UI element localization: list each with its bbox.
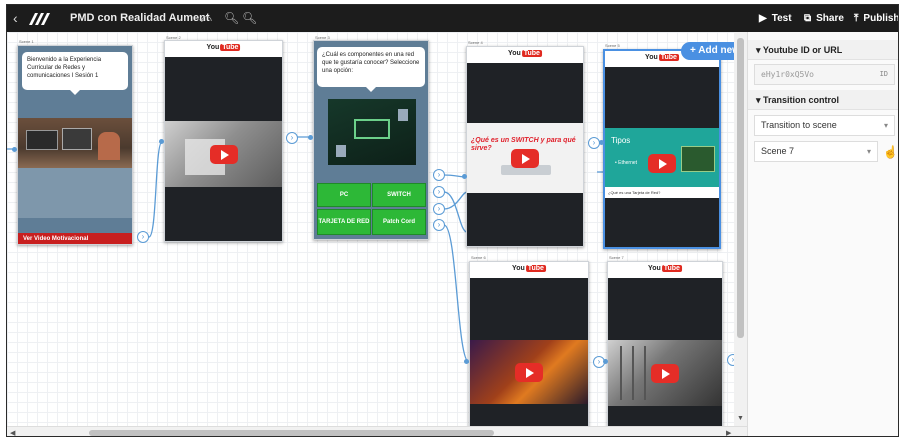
vertical-scrollbar[interactable]: ▼ bbox=[734, 32, 747, 426]
scene-4-video-thumbnail[interactable]: ¿Qué es un SWITCH y para qué sirve? bbox=[467, 123, 583, 193]
option-network-card-button[interactable]: TARJETA DE RED bbox=[317, 209, 371, 235]
vertical-scroll-thumb[interactable] bbox=[737, 38, 744, 338]
youtube-section-header[interactable]: ▾ Youtube ID or URL bbox=[748, 40, 898, 60]
scene-3-question-bubble: ¿Cuál es componentes en una red que te g… bbox=[317, 47, 425, 92]
scene-4-input-port-icon bbox=[462, 174, 467, 179]
scene-6-youtube-header: You Tube bbox=[470, 262, 588, 278]
horizontal-scrollbar[interactable]: ◀ ▶ bbox=[7, 426, 747, 436]
scene-1-card[interactable]: Bienvenido a la Experiencia Curricular d… bbox=[17, 45, 133, 245]
option-pc-button[interactable]: PC bbox=[317, 183, 371, 207]
scene-2-output-port-icon[interactable]: › bbox=[286, 132, 298, 144]
scene-3-switch-port-icon[interactable]: › bbox=[433, 186, 445, 198]
scene-7-youtube-header: You Tube bbox=[608, 262, 722, 278]
publish-icon: ⤒ bbox=[854, 13, 859, 24]
publish-button[interactable]: ⤒ Publish bbox=[848, 10, 899, 27]
transition-section-title: Transition control bbox=[763, 95, 840, 105]
youtube-id-value: eHy1r0xQ5Vo bbox=[761, 70, 814, 79]
option-patch-cord-button[interactable]: Patch Cord bbox=[372, 209, 426, 235]
scene-5-thumbnail-item: • Ethernet bbox=[615, 160, 638, 166]
scene-5-input-port-icon bbox=[599, 140, 604, 145]
scene-2-card[interactable]: You Tube bbox=[164, 40, 283, 242]
chevron-down-icon: ▾ bbox=[883, 121, 888, 130]
play-icon[interactable] bbox=[648, 154, 676, 173]
pick-scene-hand-icon[interactable]: ☝ bbox=[883, 144, 898, 160]
project-title[interactable]: PMD con Realidad Aument bbox=[70, 12, 210, 24]
scene-6-card[interactable]: You Tube bbox=[469, 261, 589, 426]
chevron-down-icon: ▾ bbox=[866, 147, 871, 156]
scroll-right-arrow-icon[interactable]: ▶ bbox=[726, 429, 731, 436]
properties-panel: ▾ Youtube ID or URL eHy1r0xQ5Vo ID ▾ Tra… bbox=[747, 32, 898, 436]
scene-7-label: Scene 7 bbox=[609, 255, 624, 260]
undo-icon[interactable]: ⤺ bbox=[199, 11, 212, 26]
top-bar: ‹ PMD con Realidad Aument ⤺ 🔍︎ 🔍︎ ▶ Test … bbox=[7, 5, 899, 32]
scene-3-pc-port-icon[interactable]: › bbox=[433, 169, 445, 181]
scene-6-label: Scene 6 bbox=[471, 255, 486, 260]
youtube-section-title: Youtube ID or URL bbox=[762, 45, 843, 55]
target-scene-select[interactable]: Scene 7 ▾ bbox=[754, 141, 878, 162]
scene-1-label: Scene 1 bbox=[19, 39, 34, 44]
transition-type-select[interactable]: Transition to scene ▾ bbox=[754, 115, 895, 136]
back-arrow-icon[interactable]: ‹ bbox=[13, 11, 25, 25]
play-icon[interactable] bbox=[511, 149, 539, 168]
scene-1-welcome-bubble: Bienvenido a la Experiencia Curricular d… bbox=[22, 52, 128, 95]
scroll-down-arrow-icon[interactable]: ▼ bbox=[737, 415, 744, 422]
scene-7-card[interactable]: You Tube bbox=[607, 261, 723, 426]
scene-2-video-thumbnail[interactable] bbox=[165, 121, 282, 187]
scene-2-youtube-header: You Tube bbox=[165, 41, 282, 57]
scene-7-video-thumbnail[interactable] bbox=[608, 340, 722, 406]
scene-1-output-port-icon[interactable]: › bbox=[137, 231, 149, 243]
youtube-logo-icon: You Tube bbox=[512, 265, 546, 272]
scene-5-label: Scene 5 bbox=[605, 43, 620, 48]
play-icon[interactable] bbox=[651, 364, 679, 383]
youtube-logo-icon: You Tube bbox=[508, 50, 542, 57]
youtube-logo-icon: You Tube bbox=[648, 265, 682, 272]
test-label: Test bbox=[771, 13, 792, 24]
scene-canvas[interactable]: Scene 1 Bienvenido a la Experiencia Curr… bbox=[7, 32, 747, 426]
scene-3-patch-cord-port-icon[interactable]: › bbox=[433, 219, 445, 231]
transition-section-header[interactable]: ▾ Transition control bbox=[748, 90, 898, 110]
scene-6-video-thumbnail[interactable] bbox=[470, 340, 588, 404]
transition-type-value: Transition to scene bbox=[761, 120, 837, 130]
app-logo-icon bbox=[29, 13, 50, 25]
scene-1-input-port-icon bbox=[12, 147, 17, 152]
scene-7-input-port-icon bbox=[603, 359, 608, 364]
publish-label: Publish bbox=[863, 13, 899, 24]
scroll-left-arrow-icon[interactable]: ◀ bbox=[10, 429, 15, 436]
scene-6-input-port-icon bbox=[464, 359, 469, 364]
scene-4-youtube-header: You Tube bbox=[467, 47, 583, 63]
youtube-logo-icon: You Tube bbox=[206, 44, 241, 51]
scene-4-card[interactable]: You Tube ¿Qué es un SWITCH y para qué sir… bbox=[466, 46, 584, 247]
scene-3-network-card-port-icon[interactable]: › bbox=[433, 203, 445, 215]
youtube-id-field[interactable]: eHy1r0xQ5Vo ID bbox=[754, 64, 895, 85]
scene-3-card[interactable]: ¿Cuál es componentes en una red que te g… bbox=[313, 40, 429, 240]
caret-down-icon: ▾ bbox=[756, 45, 763, 55]
youtube-logo-icon: You Tube bbox=[645, 54, 679, 61]
watch-motivational-video-button[interactable]: Ver Video Motivacional bbox=[18, 233, 132, 244]
play-icon: ▶ bbox=[759, 13, 767, 24]
scene-3-input-port-icon bbox=[308, 135, 313, 140]
share-button[interactable]: ⧉ Share bbox=[798, 10, 850, 27]
horizontal-scroll-thumb[interactable] bbox=[89, 430, 494, 436]
app-window: ‹ PMD con Realidad Aument ⤺ 🔍︎ 🔍︎ ▶ Test … bbox=[6, 4, 899, 437]
play-icon[interactable] bbox=[515, 363, 543, 382]
scene-5-thumbnail-title: Tipos bbox=[611, 136, 631, 145]
scene-2-input-port-icon bbox=[159, 139, 164, 144]
option-switch-button[interactable]: SWITCH bbox=[372, 183, 426, 207]
share-icon: ⧉ bbox=[804, 13, 812, 24]
play-icon[interactable] bbox=[209, 145, 238, 164]
scene-5-video-thumbnail[interactable]: Tipos • Ethernet ¿Qué es una Tarjeta de … bbox=[605, 128, 719, 198]
zoom-in-icon[interactable]: 🔍︎ bbox=[242, 11, 257, 26]
test-button[interactable]: ▶ Test bbox=[753, 10, 798, 27]
caret-down-icon: ▾ bbox=[756, 95, 764, 105]
scene-5-thumbnail-caption: ¿Qué es una Tarjeta de Red? bbox=[605, 187, 719, 198]
target-scene-value: Scene 7 bbox=[761, 146, 795, 156]
youtube-id-tag: ID bbox=[879, 70, 888, 78]
scene-3-network-image bbox=[328, 99, 416, 165]
scene-4-label: Scene 4 bbox=[468, 40, 483, 45]
scene-5-card[interactable]: You Tube Tipos • Ethernet ¿Qué es una Tar… bbox=[603, 49, 721, 249]
scene-1-classroom-image bbox=[18, 118, 132, 168]
zoom-out-icon[interactable]: 🔍︎ bbox=[224, 11, 239, 26]
share-label: Share bbox=[816, 13, 844, 24]
